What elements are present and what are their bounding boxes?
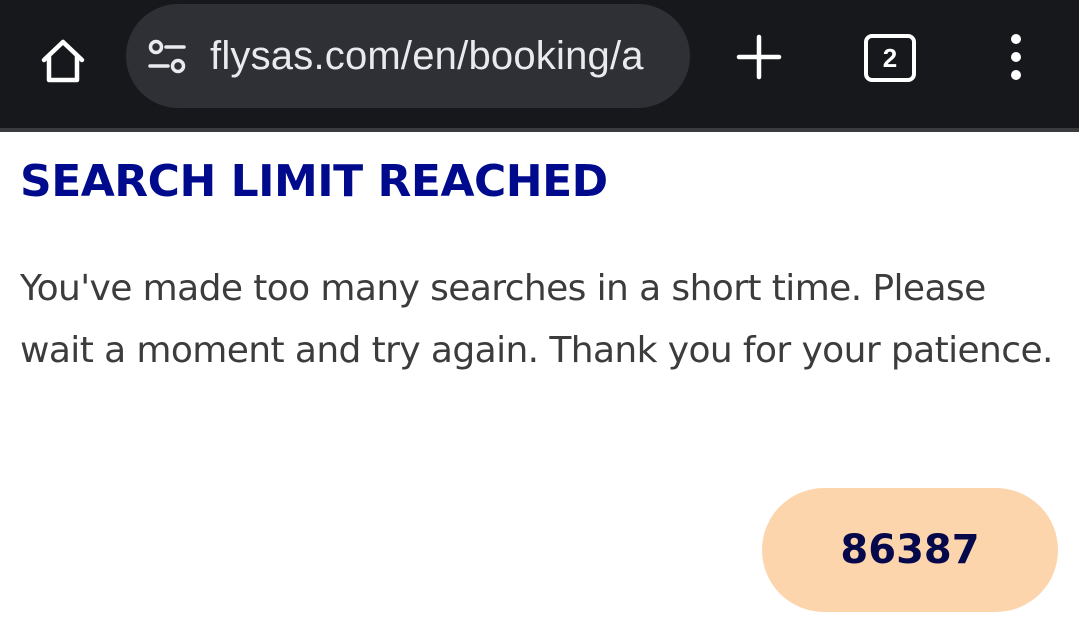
- error-message: You've made too many searches in a short…: [20, 268, 1053, 371]
- browser-toolbar: flysas.com/en/booking/a 2: [0, 0, 1079, 128]
- plus-icon: [736, 34, 782, 80]
- home-button[interactable]: [36, 34, 90, 88]
- tab-count: 2: [882, 43, 898, 73]
- address-bar[interactable]: flysas.com/en/booking/a: [126, 4, 690, 108]
- page-title: SEARCH LIMIT REACHED: [20, 156, 608, 207]
- page-content: SEARCH LIMIT REACHED You've made too man…: [0, 132, 1079, 640]
- menu-button[interactable]: [1000, 32, 1032, 82]
- home-icon: [41, 39, 85, 83]
- tune-icon: [148, 39, 186, 74]
- new-tab-button[interactable]: [734, 32, 784, 82]
- more-vert-icon: [1011, 34, 1021, 80]
- reference-code-badge: 86387: [762, 488, 1058, 612]
- tab-switcher-button[interactable]: 2: [864, 34, 916, 82]
- url-text[interactable]: flysas.com/en/booking/a: [210, 4, 680, 108]
- site-settings-button[interactable]: [146, 37, 190, 77]
